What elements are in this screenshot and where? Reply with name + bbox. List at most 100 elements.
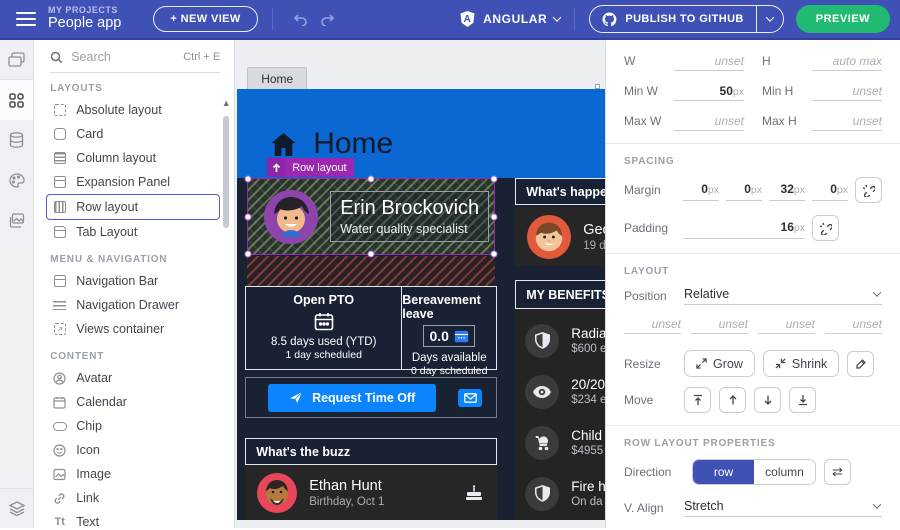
component-item-chip[interactable]: Chip xyxy=(50,414,220,438)
theme-icon[interactable] xyxy=(0,160,33,200)
width-input[interactable]: unset xyxy=(674,54,744,71)
offset-bottom-input[interactable]: unset xyxy=(758,317,815,334)
component-item-image[interactable]: Image xyxy=(50,462,220,486)
margin-unlink-icon[interactable] xyxy=(855,177,882,203)
pto-panel[interactable]: Open PTO 8.5 days used (YTD) 1 day sched… xyxy=(245,286,497,370)
position-select[interactable]: Relative xyxy=(684,287,882,305)
menu-icon[interactable] xyxy=(16,12,36,26)
buzz-item-ethan[interactable]: Ethan Hunt Birthday, Oct 1 xyxy=(245,465,497,520)
selection-handle-w[interactable] xyxy=(245,213,252,220)
selection-handle-nw[interactable] xyxy=(245,176,252,183)
preview-button[interactable]: PREVIEW xyxy=(796,5,890,33)
happening-item-george[interactable]: George Baile 19 days ago xyxy=(515,207,605,266)
component-item-navigation-bar[interactable]: Navigation Bar xyxy=(50,269,220,293)
publish-to-github-button[interactable]: PUBLISH TO GITHUB xyxy=(590,12,755,27)
move-to-top-icon[interactable] xyxy=(684,387,711,413)
direction-row-option[interactable]: row xyxy=(693,460,754,484)
undo-icon[interactable] xyxy=(287,13,314,26)
offset-right-input[interactable]: unset xyxy=(691,317,748,334)
redo-icon[interactable] xyxy=(314,13,341,26)
assets-icon[interactable] xyxy=(0,200,33,240)
maxw-input[interactable]: unset xyxy=(674,114,744,131)
component-item-expansion-panel[interactable]: Expansion Panel xyxy=(50,170,220,194)
selected-row-layout-profile[interactable]: Erin Brockovich Water quality specialist xyxy=(247,178,495,255)
scrollbar-thumb[interactable] xyxy=(223,116,229,228)
scroll-up-icon[interactable]: ▲ xyxy=(221,98,231,108)
padding-input[interactable]: 16px xyxy=(683,218,805,239)
valign-select[interactable]: Stretch xyxy=(684,499,882,517)
component-item-views-container[interactable]: ↗ Views container xyxy=(50,317,220,341)
views-icon[interactable] xyxy=(0,40,33,80)
text-icon: Tt xyxy=(52,516,67,528)
component-item-link[interactable]: Link xyxy=(50,486,220,510)
request-time-off-button[interactable]: Request Time Off xyxy=(268,384,436,412)
calendar-icon xyxy=(314,312,334,331)
page-title-row[interactable]: Home xyxy=(270,127,393,161)
component-item-navigation-drawer[interactable]: Navigation Drawer xyxy=(50,293,220,317)
buzz-header[interactable]: What's the buzz xyxy=(245,438,497,465)
margin-bottom-input[interactable]: 32px xyxy=(769,180,805,201)
padding-unlink-icon[interactable] xyxy=(812,215,839,241)
component-item-avatar[interactable]: Avatar xyxy=(50,366,220,390)
edit-resize-icon[interactable] xyxy=(847,351,874,377)
bereavement-title: Bereavement leave xyxy=(402,293,496,321)
selection-handle-e[interactable] xyxy=(491,213,498,220)
margin-overlay xyxy=(247,256,495,286)
happening-header[interactable]: What's happening at Ra xyxy=(515,178,605,205)
eye-icon xyxy=(525,375,559,409)
minh-input[interactable]: unset xyxy=(812,84,882,101)
selection-handle-se[interactable] xyxy=(491,251,498,258)
profile-text-box[interactable]: Erin Brockovich Water quality specialist xyxy=(330,191,489,242)
direction-column-option[interactable]: column xyxy=(754,460,815,484)
framework-selector[interactable]: A ANGULAR xyxy=(459,10,560,28)
minw-input[interactable]: 50px xyxy=(674,84,744,101)
selection-handle-n[interactable] xyxy=(368,176,375,183)
github-icon xyxy=(602,12,617,27)
component-item-icon[interactable]: Icon xyxy=(50,438,220,462)
view-tab-home[interactable]: Home xyxy=(247,67,307,89)
maxh-input[interactable]: unset xyxy=(812,114,882,131)
layers-icon[interactable] xyxy=(0,488,33,528)
chevron-down-icon xyxy=(873,500,881,508)
swap-direction-icon[interactable]: ⇄ xyxy=(824,459,851,485)
selection-badge[interactable]: Row layout xyxy=(267,158,353,177)
selection-handle-ne[interactable] xyxy=(491,176,498,183)
component-item-calendar[interactable]: Calendar xyxy=(50,390,220,414)
move-up-icon[interactable] xyxy=(719,387,746,413)
publish-options-button[interactable] xyxy=(756,6,783,32)
benefit-item-childcare[interactable]: Child care sa $4955 remainin xyxy=(515,417,605,468)
left-panel-scrollbar[interactable]: ▲ xyxy=(221,98,231,518)
offset-top-input[interactable]: unset xyxy=(624,317,681,334)
column-layout-icon xyxy=(52,152,67,164)
component-item-tab-layout[interactable]: Tab Layout xyxy=(50,220,220,244)
benefit-item-fire[interactable]: Fire hazard p On da house! xyxy=(515,468,605,519)
select-parent-icon[interactable] xyxy=(267,158,285,177)
new-view-button[interactable]: + NEW VIEW xyxy=(153,6,257,32)
direction-label: Direction xyxy=(624,465,684,479)
margin-right-input[interactable]: 0px xyxy=(726,180,762,201)
margin-left-input[interactable]: 0px xyxy=(812,180,848,201)
database-icon[interactable] xyxy=(0,120,33,160)
component-item-column-layout[interactable]: Column layout xyxy=(50,146,220,170)
component-item-row-layout[interactable]: Row layout xyxy=(46,194,220,220)
benefit-item-vision[interactable]: 20/20 Vision $234 every oth xyxy=(515,366,605,417)
shield-icon xyxy=(525,477,559,511)
component-item-text[interactable]: Tt Text xyxy=(50,510,220,530)
grow-button[interactable]: Grow xyxy=(684,350,755,377)
benefit-item-radiation[interactable]: Radiation pro $600 every oth xyxy=(515,315,605,366)
height-input[interactable]: auto max xyxy=(812,54,882,71)
move-to-bottom-icon[interactable] xyxy=(789,387,816,413)
benefits-header[interactable]: MY BENEFITS xyxy=(515,280,605,309)
component-item-card[interactable]: Card xyxy=(50,122,220,146)
component-item-absolute-layout[interactable]: Absolute layout xyxy=(50,98,220,122)
search-input[interactable] xyxy=(71,50,175,64)
selection-handle-s[interactable] xyxy=(368,251,375,258)
offset-left-input[interactable]: unset xyxy=(825,317,882,334)
selection-handle-sw[interactable] xyxy=(245,251,252,258)
move-down-icon[interactable] xyxy=(754,387,781,413)
shrink-button[interactable]: Shrink xyxy=(763,350,839,377)
components-icon[interactable] xyxy=(0,80,33,120)
margin-top-input[interactable]: 0px xyxy=(683,180,719,201)
email-button[interactable] xyxy=(458,389,482,407)
avatar xyxy=(527,215,571,259)
